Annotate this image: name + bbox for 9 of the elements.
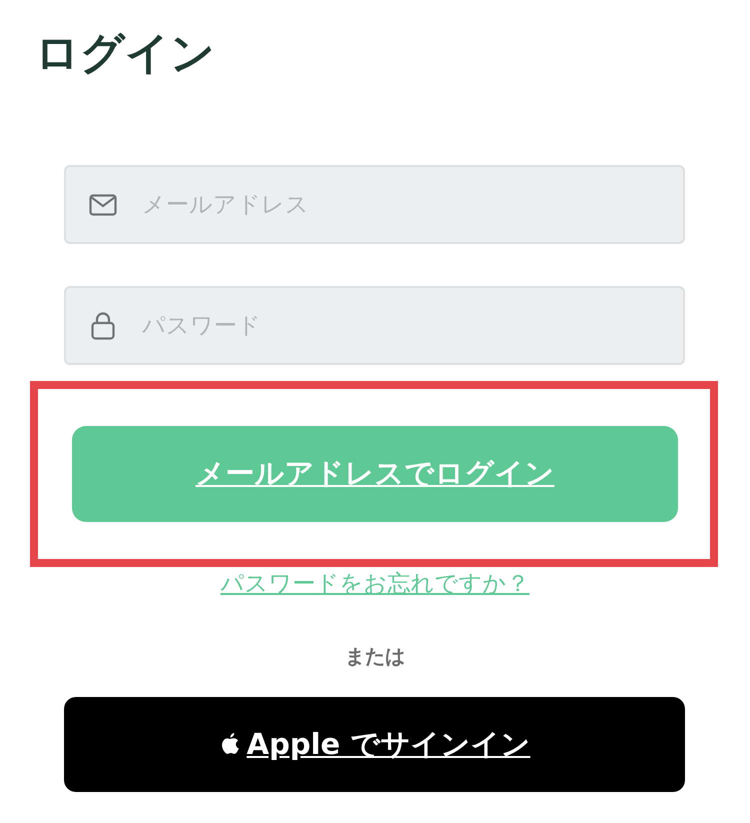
email-field[interactable]: メールアドレス bbox=[64, 165, 685, 244]
password-field[interactable]: パスワード bbox=[64, 286, 685, 365]
login-button[interactable]: メールアドレスでログイン bbox=[72, 426, 678, 522]
apple-sign-in-button[interactable]: Apple でサインイン bbox=[64, 697, 685, 792]
envelope-icon bbox=[89, 194, 117, 216]
forgot-password-link[interactable]: パスワードをお忘れですか？ bbox=[220, 569, 530, 599]
page-title: ログイン bbox=[34, 27, 216, 81]
lock-icon bbox=[91, 312, 115, 340]
separator-text: または bbox=[345, 643, 405, 669]
